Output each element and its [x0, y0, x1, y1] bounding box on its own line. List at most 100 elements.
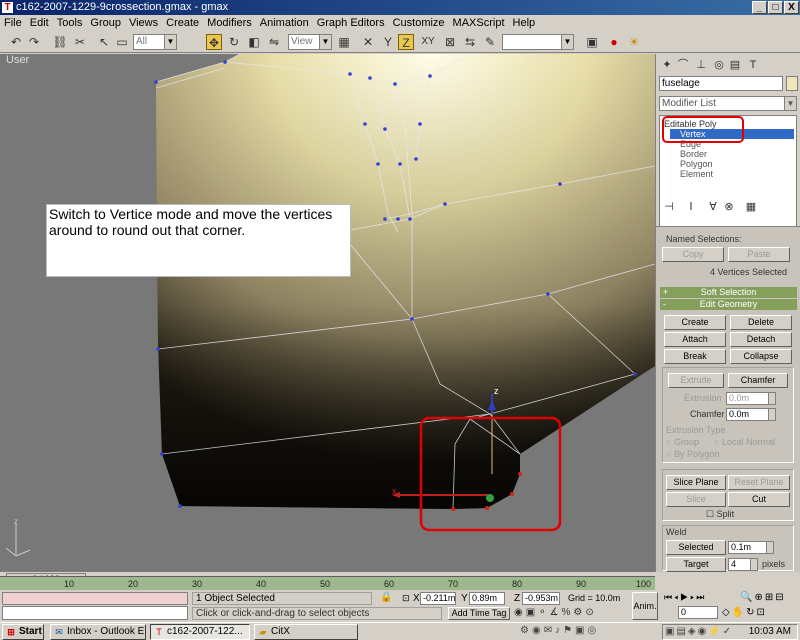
material-editor-icon[interactable]: ●: [606, 34, 622, 50]
scale-icon[interactable]: ◧: [246, 34, 262, 50]
selection-filter-dropdown[interactable]: All ▼: [133, 34, 177, 50]
weld-threshold-spinner[interactable]: 0.1m: [728, 541, 774, 554]
utilities-tab-icon[interactable]: T: [746, 58, 760, 72]
stack-item-element[interactable]: Element: [680, 169, 713, 179]
menu-tools[interactable]: Tools: [53, 15, 87, 31]
ref-coord-dropdown[interactable]: View ▼: [288, 34, 332, 50]
tray-icons[interactable]: ▣▤◈◉⚡✓: [665, 626, 733, 637]
select-icon[interactable]: ↖: [96, 34, 112, 50]
playback-controls[interactable]: ⏮◂▶▸⏭: [664, 592, 706, 603]
start-button[interactable]: ⊞ Start: [2, 624, 44, 640]
collapse-button[interactable]: Collapse: [730, 349, 792, 364]
menu-graph-editors[interactable]: Graph Editors: [313, 15, 389, 31]
create-tab-icon[interactable]: ✦: [660, 58, 674, 72]
pan-icon[interactable]: ◇✋↻⊡: [722, 607, 767, 618]
menu-help[interactable]: Help: [509, 15, 540, 31]
maxscript-listener-mini[interactable]: [2, 592, 188, 605]
snap-toggles[interactable]: ◉▣⚬∡%⚙⊙: [514, 607, 597, 618]
maxscript-input[interactable]: [2, 606, 188, 620]
absolute-mode-icon[interactable]: ⊡: [402, 593, 410, 604]
track-bar[interactable]: 10 20 30 40 50 60 70 80 90 100: [0, 576, 655, 590]
named-selection-dropdown[interactable]: ▼: [502, 34, 574, 50]
restrict-y-icon[interactable]: Y: [380, 34, 396, 50]
restrict-z-icon[interactable]: Z: [398, 34, 414, 50]
spinner-arrows-icon[interactable]: [768, 393, 775, 404]
menu-animation[interactable]: Animation: [256, 15, 313, 31]
rotate-icon[interactable]: ↻: [226, 34, 242, 50]
tray-quicklaunch-icons[interactable]: ⚙◉✉♪⚑▣◎: [520, 625, 599, 636]
weld-target-spinner[interactable]: 4: [728, 558, 758, 571]
menu-file[interactable]: File: [0, 15, 26, 31]
pivot-center-icon[interactable]: ▦: [336, 34, 352, 50]
spinner-arrows-icon[interactable]: [750, 559, 757, 570]
split-checkbox[interactable]: ☐ Split: [706, 509, 734, 520]
unlink-icon[interactable]: ✂: [72, 34, 88, 50]
weld-target-button[interactable]: Target: [666, 557, 726, 572]
anim-button[interactable]: Anim.: [632, 592, 658, 620]
by-polygon-radio[interactable]: ○ By Polygon: [666, 449, 719, 459]
spinner-arrows-icon[interactable]: [768, 409, 775, 420]
restrict-xy-icon[interactable]: XY: [418, 34, 438, 50]
show-end-result-icon[interactable]: Ⅰ: [684, 200, 698, 214]
object-name-field[interactable]: fuselage: [659, 76, 783, 91]
align-icon[interactable]: ⊠: [442, 34, 458, 50]
edit-geometry-rollout[interactable]: - Edit Geometry: [660, 299, 797, 310]
gmax-app-icon[interactable]: T: [2, 2, 13, 13]
region-select-icon[interactable]: ▭: [114, 34, 130, 50]
z-coord-field[interactable]: -0.953m: [522, 592, 560, 605]
chamfer-spinner[interactable]: 0.0m: [726, 408, 776, 421]
spinner-arrows-icon[interactable]: [766, 542, 773, 553]
minimize-button[interactable]: _: [752, 1, 767, 14]
menu-group[interactable]: Group: [86, 15, 125, 31]
add-time-tag-button[interactable]: Add Time Tag: [448, 607, 510, 620]
pin-stack-icon[interactable]: ⊣: [662, 200, 676, 214]
motion-tab-icon[interactable]: ◎: [712, 58, 726, 72]
menu-customize[interactable]: Customize: [389, 15, 449, 31]
menu-maxscript[interactable]: MAXScript: [449, 15, 509, 31]
restrict-x-icon[interactable]: ✕: [360, 34, 376, 50]
viewport-user[interactable]: User z x z Switch to Vertice mode and mo…: [0, 54, 655, 572]
reset-plane-button[interactable]: Reset Plane: [728, 475, 790, 490]
schematic-icon[interactable]: ▣: [584, 34, 600, 50]
undo-icon[interactable]: ↶: [8, 34, 24, 50]
menu-views[interactable]: Views: [125, 15, 162, 31]
create-button[interactable]: Create: [664, 315, 726, 330]
maximize-button[interactable]: □: [768, 1, 783, 14]
x-coord-field[interactable]: -0.211m: [420, 592, 456, 605]
extrude-button[interactable]: Extrude: [668, 373, 724, 388]
delete-button[interactable]: Delete: [730, 315, 792, 330]
stack-item-polygon[interactable]: Polygon: [680, 159, 713, 169]
modifier-list-dropdown[interactable]: Modifier List ▼: [659, 96, 797, 111]
detach-button[interactable]: Detach: [730, 332, 792, 347]
attach-button[interactable]: Attach: [664, 332, 726, 347]
normal-align-icon[interactable]: ⇆: [462, 34, 478, 50]
extrusion-spinner[interactable]: 0.0m: [726, 392, 776, 405]
soft-selection-rollout[interactable]: + Soft Selection: [660, 287, 797, 298]
menu-edit[interactable]: Edit: [26, 15, 53, 31]
copy-button[interactable]: Copy: [662, 247, 724, 262]
slice-plane-button[interactable]: Slice Plane: [666, 475, 726, 490]
display-tab-icon[interactable]: ▤: [728, 58, 742, 72]
task-citx[interactable]: ▰ CitX: [254, 624, 358, 640]
object-color-swatch[interactable]: [786, 76, 798, 91]
stack-item-border[interactable]: Border: [680, 149, 707, 159]
break-button[interactable]: Break: [664, 349, 726, 364]
zoom-icon[interactable]: 🔍⊕⊞⊟: [740, 592, 786, 603]
mesh-render[interactable]: z x z: [0, 54, 655, 572]
weld-selected-button[interactable]: Selected: [666, 540, 726, 555]
close-button[interactable]: X: [784, 1, 799, 14]
group-radio[interactable]: ○ Group: [666, 437, 699, 447]
local-normal-radio[interactable]: ○ Local Normal: [714, 437, 775, 447]
redo-icon[interactable]: ↷: [26, 34, 42, 50]
configure-modifier-sets-icon[interactable]: ▦: [744, 200, 758, 214]
move-icon[interactable]: ✥: [206, 34, 222, 50]
paste-button[interactable]: Paste: [728, 247, 790, 262]
task-outlook[interactable]: ✉ Inbox - Outlook E...: [50, 624, 146, 640]
menu-modifiers[interactable]: Modifiers: [203, 15, 256, 31]
task-gmax[interactable]: Tc162-2007-122...: [150, 624, 250, 640]
current-frame-field[interactable]: 0: [678, 606, 718, 619]
remove-modifier-icon[interactable]: ⊗: [722, 200, 736, 214]
lock-selection-icon[interactable]: 🔒: [380, 592, 392, 603]
cut-button[interactable]: Cut: [728, 492, 790, 507]
place-highlight-icon[interactable]: ✎: [482, 34, 498, 50]
